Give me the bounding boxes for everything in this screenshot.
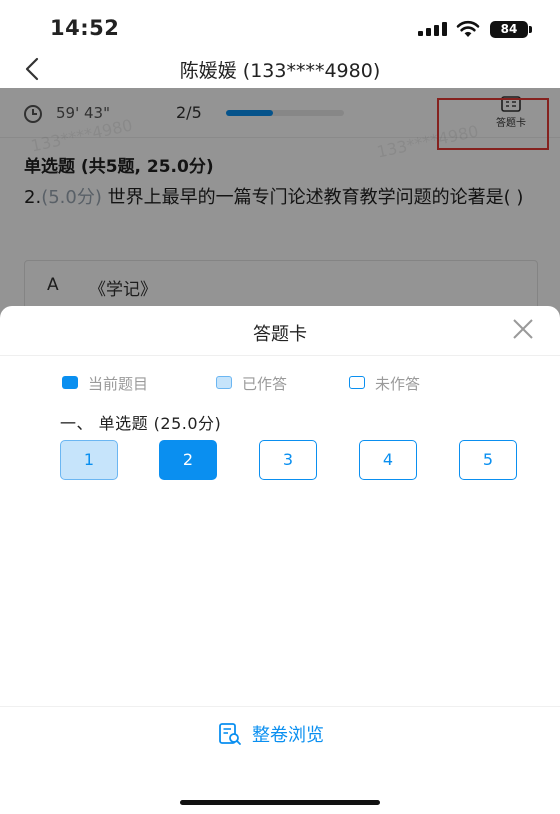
question-button-label: 2	[182, 450, 194, 469]
home-indicator	[180, 800, 380, 805]
legend-label: 未作答	[375, 375, 421, 393]
divider	[0, 706, 560, 707]
answer-card-sheet: 答题卡 当前题目 已作答 未作答 一、 单选题 (25.0分) 1 2 3 4 …	[0, 306, 560, 814]
question-button-label: 4	[382, 450, 394, 469]
browse-all-button[interactable]: 整卷浏览	[218, 719, 348, 749]
browse-label: 整卷浏览	[252, 725, 324, 746]
signal-icon	[418, 22, 448, 36]
question-button-label: 3	[282, 450, 294, 469]
current-swatch-icon	[62, 376, 78, 389]
question-button-3[interactable]: 3	[259, 440, 317, 480]
divider	[0, 355, 560, 356]
question-button-label: 5	[482, 450, 494, 469]
dim-overlay[interactable]	[0, 88, 560, 318]
answered-swatch-icon	[216, 376, 232, 389]
status-time: 14:52	[50, 16, 120, 40]
question-button-1[interactable]: 1	[60, 440, 118, 480]
battery-icon: 84	[490, 21, 532, 38]
question-button-5[interactable]: 5	[459, 440, 517, 480]
question-button-4[interactable]: 4	[359, 440, 417, 480]
sheet-title: 答题卡	[253, 324, 307, 345]
question-button-2[interactable]: 2	[159, 440, 217, 480]
page-title: 陈媛媛 (133****4980)	[179, 60, 381, 82]
wifi-icon	[456, 20, 480, 37]
nav-bar: 陈媛媛 (133****4980)	[0, 50, 560, 88]
question-button-label: 1	[83, 450, 95, 469]
close-button[interactable]	[510, 316, 536, 342]
browse-icon	[219, 723, 241, 745]
legend-label: 当前题目	[88, 375, 149, 393]
unanswered-swatch-icon	[349, 376, 365, 389]
status-bar: 14:52 84	[0, 0, 560, 50]
group-title: 一、 单选题 (25.0分)	[60, 414, 222, 433]
close-icon	[513, 319, 533, 339]
legend-label: 已作答	[242, 375, 288, 393]
